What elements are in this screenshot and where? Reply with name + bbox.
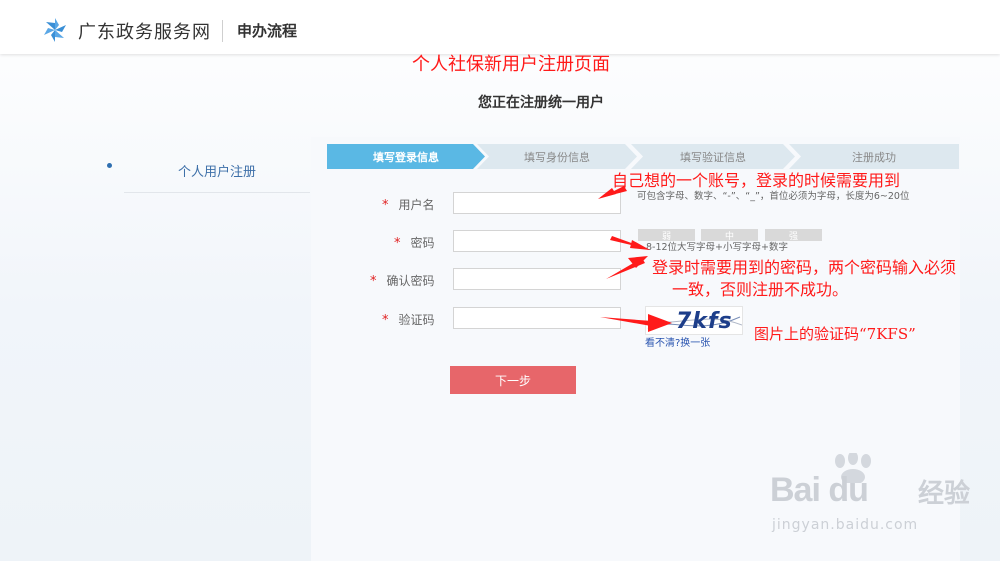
watermark-url: jingyan.baidu.com: [772, 517, 919, 533]
arrow-icon: [598, 186, 627, 199]
watermark-jingyan: 经验: [918, 479, 971, 509]
arrow-icon: [600, 314, 672, 332]
arrow-icon: [606, 256, 648, 279]
arrow-icon: [610, 236, 650, 250]
watermark-brand: Bai du: [770, 471, 869, 509]
